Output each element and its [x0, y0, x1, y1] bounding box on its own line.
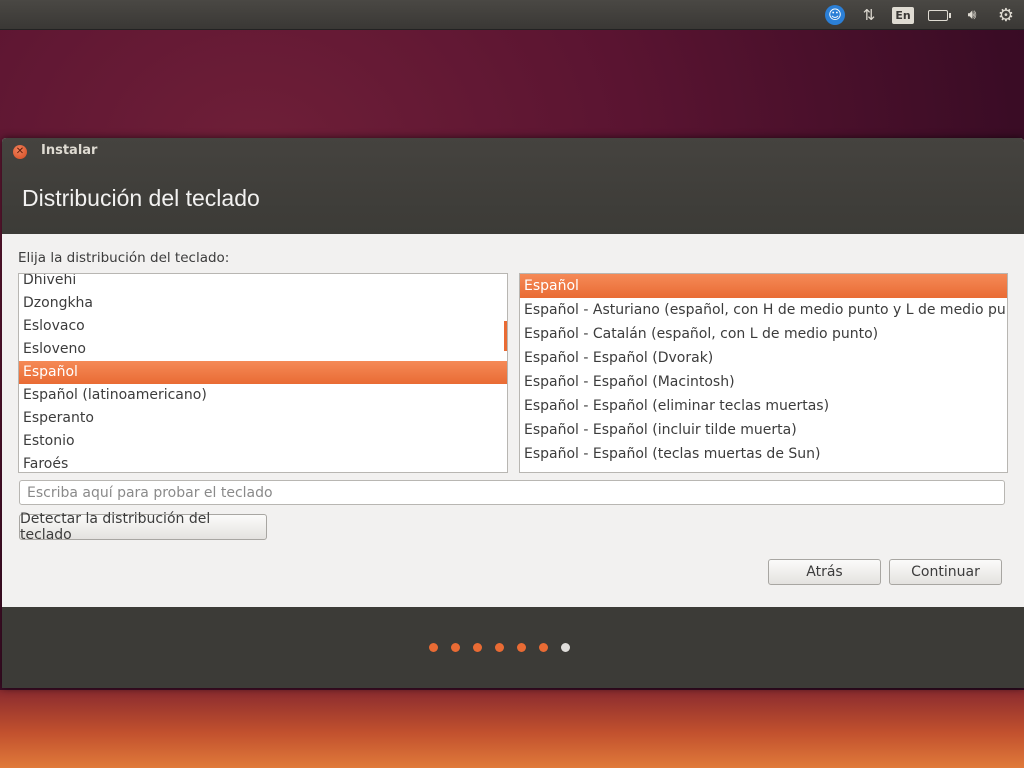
keyboard-variant-list[interactable]: Español Español - Asturiano (español, con… [519, 273, 1008, 473]
network-icon[interactable]: ⇅ [858, 4, 880, 26]
layout-list-item[interactable]: Eslovaco [19, 315, 507, 338]
installer-window: ✕ Instalar Distribución del teclado Elij… [2, 138, 1024, 688]
scrollbar[interactable] [504, 321, 507, 351]
close-icon[interactable]: ✕ [13, 145, 27, 159]
layout-list-item[interactable]: Estonio [19, 430, 507, 453]
progress-dot [538, 643, 548, 652]
variant-list-item[interactable]: Español - Catalán (español, con L de med… [520, 322, 1007, 346]
layout-prompt: Elija la distribución del teclado: [18, 250, 230, 266]
variant-list-item[interactable]: Español - Asturiano (español, con H de m… [520, 298, 1007, 322]
keyboard-layout-list[interactable]: Dhivehi Dzongkha Eslovaco Esloveno Español Es… [18, 273, 508, 473]
layout-list-item[interactable]: Español (latinoamericano) [19, 384, 507, 407]
page-title: Distribución del teclado [22, 185, 260, 211]
variant-list-item[interactable]: Español - Español (Macintosh) [520, 370, 1007, 394]
window-header: ✕ Instalar Distribución del teclado [2, 138, 1024, 234]
progress-dot [560, 643, 570, 652]
variant-list-item[interactable]: Español - Español (eliminar teclas muert… [520, 394, 1007, 418]
progress-dot [428, 643, 438, 652]
back-button[interactable]: Atrás [768, 559, 881, 585]
accessibility-icon[interactable]: ☺ [824, 4, 846, 26]
window-title: Instalar [41, 143, 98, 158]
progress-dot [472, 643, 482, 652]
variant-list-item[interactable]: Español [520, 274, 1007, 298]
variant-list-item[interactable]: Español - Español (Dvorak) [520, 346, 1007, 370]
progress-footer [2, 607, 1024, 688]
variant-list-item[interactable]: Español - Español (incluir tilde muerta) [520, 418, 1007, 442]
layout-list-item[interactable]: Faroés [19, 453, 507, 472]
desktop-background [0, 690, 1024, 768]
top-panel: ☺ ⇅ En 🔊︎ ⚙ [0, 0, 1024, 30]
layout-list-item[interactable]: Dzongkha [19, 292, 507, 315]
settings-gear-icon[interactable]: ⚙ [994, 4, 1018, 26]
continue-button[interactable]: Continuar [889, 559, 1002, 585]
keyboard-language-indicator[interactable]: En [892, 4, 914, 26]
layout-list-item[interactable]: Esloveno [19, 338, 507, 361]
variant-list-item[interactable]: Español - Español (teclas muertas de Sun… [520, 442, 1007, 466]
volume-icon[interactable]: 🔊︎ [960, 4, 984, 26]
layout-list-item[interactable]: Esperanto [19, 407, 507, 430]
progress-dot [450, 643, 460, 652]
progress-dot [516, 643, 526, 652]
progress-dots [2, 643, 1024, 652]
detect-layout-button[interactable]: Detectar la distribución del teclado [19, 511, 267, 543]
language-label: En [892, 6, 914, 24]
progress-dot [494, 643, 504, 652]
layout-list-item[interactable]: Español [19, 361, 507, 384]
layout-list-item[interactable]: Dhivehi [19, 274, 507, 292]
keyboard-test-input[interactable] [19, 480, 1005, 505]
battery-icon[interactable] [926, 4, 951, 26]
